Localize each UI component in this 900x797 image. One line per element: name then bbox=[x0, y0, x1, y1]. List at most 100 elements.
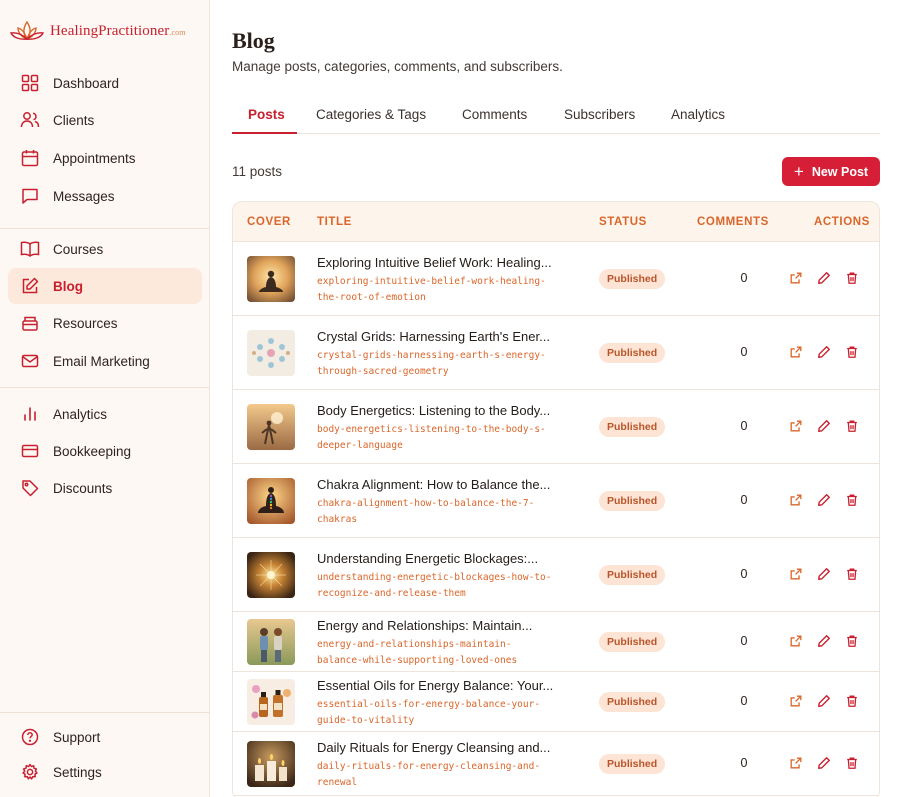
tab-analytics[interactable]: Analytics bbox=[671, 107, 725, 122]
tab-posts[interactable]: Posts bbox=[248, 107, 285, 122]
status-badge: Published bbox=[599, 491, 666, 511]
delete-icon[interactable] bbox=[845, 756, 861, 772]
open-external-icon[interactable] bbox=[789, 567, 805, 583]
status-badge: Published bbox=[599, 417, 666, 437]
delete-icon[interactable] bbox=[845, 419, 861, 435]
column-header-status: STATUS bbox=[599, 216, 647, 228]
post-slug: crystal-grids-harnessing-earth-s-energy-… bbox=[317, 348, 577, 380]
post-title[interactable]: Energy and Relationships: Maintain... bbox=[317, 618, 577, 633]
open-external-icon[interactable] bbox=[789, 694, 805, 710]
post-title[interactable]: Essential Oils for Energy Balance: Your.… bbox=[317, 678, 577, 693]
sidebar-item-label: Dashboard bbox=[53, 75, 120, 91]
page-title: Blog bbox=[232, 28, 275, 53]
sidebar-item-label: Clients bbox=[53, 112, 95, 128]
sidebar-item-courses[interactable]: Courses bbox=[8, 231, 202, 267]
table-row[interactable]: Daily Rituals for Energy Cleansing and..… bbox=[233, 732, 879, 796]
delete-icon[interactable] bbox=[845, 345, 861, 361]
post-cover-image bbox=[247, 741, 295, 787]
post-cover-image bbox=[247, 404, 295, 450]
edit-icon[interactable] bbox=[817, 567, 833, 583]
table-row[interactable]: Exploring Intuitive Belief Work: Healing… bbox=[233, 242, 879, 316]
sidebar-item-resources[interactable]: Resources bbox=[8, 305, 202, 341]
post-slug-line: guide-to-vitality bbox=[317, 715, 415, 726]
sidebar-divider bbox=[0, 712, 210, 713]
new-post-button[interactable]: + New Post bbox=[782, 157, 880, 186]
delete-icon[interactable] bbox=[845, 567, 861, 583]
sidebar-item-clients[interactable]: Clients bbox=[8, 102, 202, 138]
post-title[interactable]: Daily Rituals for Energy Cleansing and..… bbox=[317, 740, 577, 755]
post-slug: energy-and-relationships-maintain-balanc… bbox=[317, 637, 577, 669]
post-cover-image bbox=[247, 256, 295, 302]
sidebar-item-label: Courses bbox=[53, 241, 104, 257]
post-slug-line: essential-oils-for-energy-balance-your- bbox=[317, 699, 541, 710]
posts-table: COVER TITLE STATUS COMMENTS ACTIONS Expl… bbox=[232, 201, 880, 797]
post-slug-line: renewal bbox=[317, 777, 358, 788]
post-slug-line: through-sacred-geometry bbox=[317, 366, 449, 377]
edit-icon[interactable] bbox=[817, 419, 833, 435]
tab-categories-tags[interactable]: Categories & Tags bbox=[316, 107, 426, 122]
delete-icon[interactable] bbox=[845, 694, 861, 710]
post-title[interactable]: Chakra Alignment: How to Balance the... bbox=[317, 477, 577, 492]
tab-subscribers[interactable]: Subscribers bbox=[564, 107, 635, 122]
post-title[interactable]: Crystal Grids: Harnessing Earth's Ener..… bbox=[317, 329, 577, 344]
open-external-icon[interactable] bbox=[789, 345, 805, 361]
table-row[interactable]: Essential Oils for Energy Balance: Your.… bbox=[233, 672, 879, 732]
edit-icon[interactable] bbox=[817, 271, 833, 287]
edit-icon[interactable] bbox=[817, 634, 833, 650]
sidebar-item-bookkeeping[interactable]: Bookkeeping bbox=[8, 433, 202, 469]
sidebar-item-settings[interactable]: Settings bbox=[8, 754, 202, 790]
post-title[interactable]: Exploring Intuitive Belief Work: Healing… bbox=[317, 255, 577, 270]
column-header-title: TITLE bbox=[317, 216, 352, 228]
grid-icon bbox=[20, 73, 40, 93]
open-external-icon[interactable] bbox=[789, 493, 805, 509]
post-title[interactable]: Body Energetics: Listening to the Body..… bbox=[317, 403, 577, 418]
sidebar-item-support[interactable]: Support bbox=[8, 719, 202, 755]
post-slug: essential-oils-for-energy-balance-your-g… bbox=[317, 697, 577, 729]
tab-comments[interactable]: Comments bbox=[462, 107, 527, 122]
post-slug-line: body-energetics-listening-to-the-body-s- bbox=[317, 424, 546, 435]
plus-icon: + bbox=[793, 162, 804, 181]
sidebar-item-discounts[interactable]: Discounts bbox=[8, 470, 202, 506]
post-cover-image bbox=[247, 679, 295, 725]
new-post-label: New Post bbox=[811, 164, 869, 179]
sidebar-item-label: Analytics bbox=[53, 406, 108, 422]
edit-icon[interactable] bbox=[817, 345, 833, 361]
sidebar-item-appointments[interactable]: Appointments bbox=[8, 140, 202, 176]
post-slug-line: deeper-language bbox=[317, 440, 403, 451]
edit-icon[interactable] bbox=[817, 694, 833, 710]
post-slug-line: exploring-intuitive-belief-work-healing- bbox=[317, 276, 546, 287]
sidebar-item-label: Settings bbox=[53, 764, 102, 780]
open-external-icon[interactable] bbox=[789, 419, 805, 435]
sidebar-item-label: Appointments bbox=[53, 150, 136, 166]
users-icon bbox=[20, 110, 40, 130]
table-row[interactable]: Energy and Relationships: Maintain... ene… bbox=[233, 612, 879, 672]
open-external-icon[interactable] bbox=[789, 634, 805, 650]
edit-icon[interactable] bbox=[817, 756, 833, 772]
lotus-logo-icon bbox=[9, 20, 45, 41]
post-slug-line: crystal-grids-harnessing-earth-s-energy- bbox=[317, 350, 546, 361]
table-row[interactable]: Understanding Energetic Blockages:... und… bbox=[233, 538, 879, 612]
sidebar-item-dashboard[interactable]: Dashboard bbox=[8, 65, 202, 101]
sidebar-item-label: Resources bbox=[53, 315, 118, 331]
delete-icon[interactable] bbox=[845, 493, 861, 509]
post-title[interactable]: Understanding Energetic Blockages:... bbox=[317, 551, 577, 566]
post-slug-line: understanding-energetic-blockages-how-to… bbox=[317, 572, 552, 583]
sidebar-item-email-marketing[interactable]: Email Marketing bbox=[8, 343, 202, 379]
sidebar-item-messages[interactable]: Messages bbox=[8, 178, 202, 214]
delete-icon[interactable] bbox=[845, 271, 861, 287]
open-external-icon[interactable] bbox=[789, 271, 805, 287]
edit-icon[interactable] bbox=[817, 493, 833, 509]
delete-icon[interactable] bbox=[845, 634, 861, 650]
open-external-icon[interactable] bbox=[789, 756, 805, 772]
table-row[interactable]: Crystal Grids: Harnessing Earth's Ener..… bbox=[233, 316, 879, 390]
table-row[interactable]: Body Energetics: Listening to the Body..… bbox=[233, 390, 879, 464]
column-header-comments: COMMENTS bbox=[697, 216, 769, 228]
sidebar-item-analytics[interactable]: Analytics bbox=[8, 396, 202, 432]
sidebar-item-blog[interactable]: Blog bbox=[8, 268, 202, 304]
post-cover-image bbox=[247, 478, 295, 524]
status-badge: Published bbox=[599, 632, 666, 652]
table-row[interactable]: Chakra Alignment: How to Balance the... c… bbox=[233, 464, 879, 538]
page-subtitle: Manage posts, categories, comments, and … bbox=[232, 59, 563, 74]
post-slug-line: recognize-and-release-them bbox=[317, 588, 466, 599]
brand-logo[interactable]: HealingPractitioner.com bbox=[8, 14, 186, 48]
